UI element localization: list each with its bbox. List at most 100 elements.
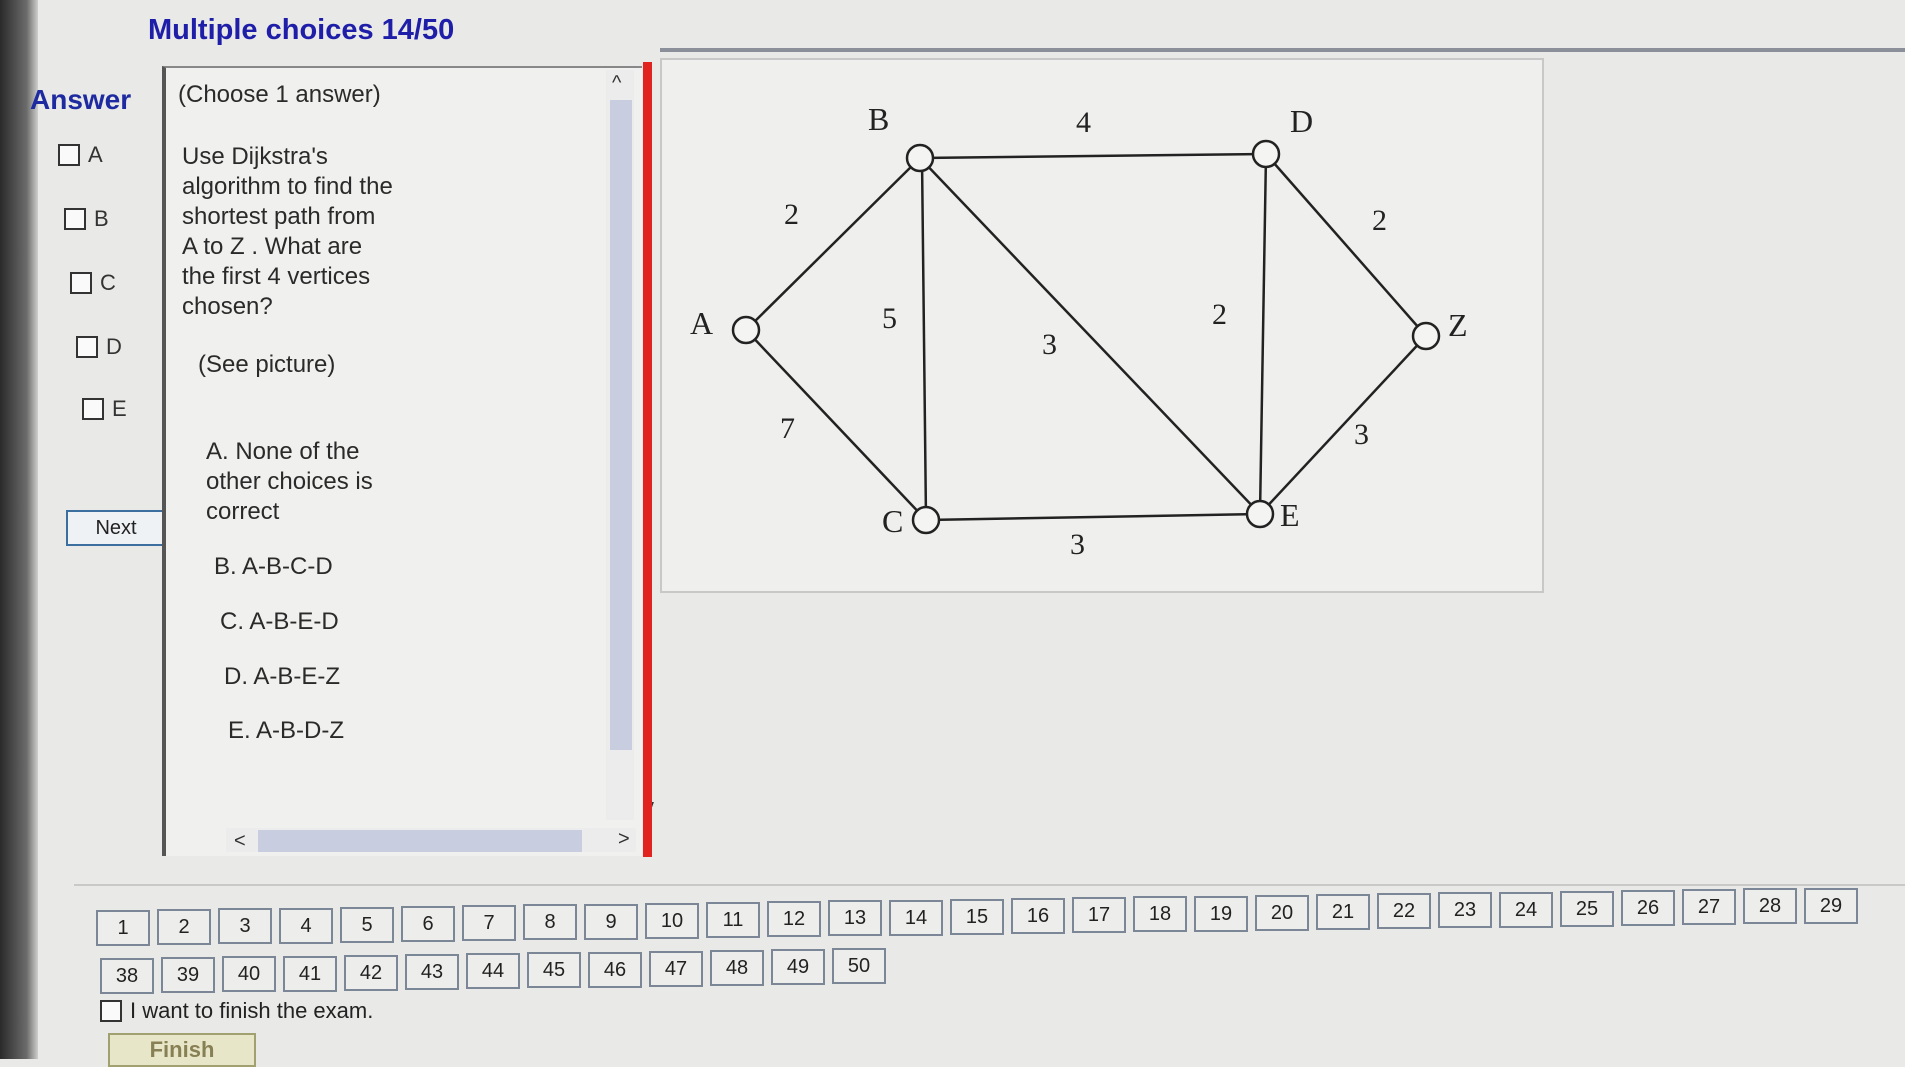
- page-button[interactable]: 24: [1499, 892, 1553, 928]
- option-line: D. A-B-E-Z: [224, 663, 341, 690]
- option-line: E. A-B-D-Z: [228, 717, 345, 744]
- answer-choice-d[interactable]: D: [76, 334, 122, 360]
- option-line: A. None of the: [206, 438, 360, 465]
- page-button[interactable]: 10: [645, 903, 699, 939]
- graph-svg: A B C D E Z 2 7 4 5 3 3 2 2 3: [690, 101, 1468, 561]
- page-button[interactable]: 23: [1438, 892, 1492, 928]
- checkbox[interactable]: [76, 336, 98, 358]
- page-button[interactable]: 29: [1804, 888, 1858, 924]
- page-button[interactable]: 47: [649, 951, 703, 987]
- node-d: [1251, 139, 1281, 169]
- page-button[interactable]: 42: [344, 955, 398, 991]
- prompt-line: the first 4 vertices: [182, 263, 371, 290]
- finish-confirm-label: I want to finish the exam.: [130, 998, 374, 1023]
- page-button[interactable]: 27: [1682, 889, 1736, 925]
- node-b: [905, 143, 935, 173]
- page-button[interactable]: 49: [771, 949, 825, 985]
- page-button[interactable]: 43: [405, 954, 459, 990]
- option-c: C. A-B-E-D: [220, 607, 339, 637]
- checkbox[interactable]: [100, 1000, 122, 1022]
- prompt-line: algorithm to find the: [182, 173, 393, 200]
- page-button[interactable]: 8: [523, 904, 577, 940]
- page-button[interactable]: 6: [401, 906, 455, 942]
- page-button[interactable]: 11: [706, 902, 760, 938]
- page-button[interactable]: 28: [1743, 888, 1797, 924]
- node-label-b: B: [868, 101, 889, 137]
- page-button[interactable]: 20: [1255, 895, 1309, 931]
- choice-label: D: [106, 334, 122, 359]
- node-c: [911, 505, 941, 535]
- option-d: D. A-B-E-Z: [224, 662, 340, 692]
- weight-c-e: 3: [1070, 528, 1085, 561]
- page-button[interactable]: 50: [832, 948, 886, 984]
- edge-b-d: [919, 152, 1267, 160]
- page-button[interactable]: 25: [1560, 891, 1614, 927]
- choice-label: B: [94, 206, 109, 231]
- page-button[interactable]: 2: [157, 909, 211, 945]
- page-button[interactable]: 1: [96, 910, 150, 946]
- prompt-line: Use Dijkstra's: [182, 143, 328, 170]
- page-button[interactable]: 44: [466, 953, 520, 989]
- vertical-scroll-thumb[interactable]: [610, 100, 632, 750]
- option-e: E. A-B-D-Z: [228, 716, 344, 746]
- option-a: A. None of the other choices is correct: [206, 437, 373, 527]
- page-button[interactable]: 15: [950, 899, 1004, 935]
- page-button[interactable]: 17: [1072, 897, 1126, 933]
- page-button[interactable]: 5: [340, 907, 394, 943]
- checkbox[interactable]: [58, 144, 80, 166]
- page-button[interactable]: 40: [222, 956, 276, 992]
- page-button[interactable]: 46: [588, 952, 642, 988]
- weight-a-b: 2: [784, 198, 799, 231]
- finish-button[interactable]: Finish: [108, 1033, 256, 1067]
- scroll-right-icon[interactable]: >: [618, 828, 630, 851]
- scroll-up-icon[interactable]: ^: [612, 72, 621, 95]
- edge-c-e: [925, 512, 1261, 522]
- option-line: correct: [206, 498, 280, 525]
- option-line: B. A-B-C-D: [214, 553, 333, 580]
- page-button[interactable]: 22: [1377, 893, 1431, 929]
- page-button[interactable]: 9: [584, 904, 638, 940]
- weight-e-z: 3: [1354, 418, 1369, 451]
- checkbox[interactable]: [70, 272, 92, 294]
- checkbox[interactable]: [82, 398, 104, 420]
- answer-choice-b[interactable]: B: [64, 206, 109, 232]
- page-button[interactable]: 38: [100, 958, 154, 994]
- page-button[interactable]: 3: [218, 908, 272, 944]
- page-button[interactable]: 19: [1194, 896, 1248, 932]
- page-button[interactable]: 7: [462, 905, 516, 941]
- page-button[interactable]: 41: [283, 956, 337, 992]
- node-label-a: A: [690, 305, 713, 341]
- page-button[interactable]: 14: [889, 900, 943, 936]
- answer-choice-e[interactable]: E: [82, 396, 127, 422]
- page-button[interactable]: 39: [161, 957, 215, 993]
- edge-b-e: [919, 157, 1261, 515]
- page-button[interactable]: 18: [1133, 896, 1187, 932]
- see-picture-note: (See picture): [198, 351, 336, 378]
- next-button[interactable]: Next: [66, 510, 166, 546]
- page-button[interactable]: 45: [527, 952, 581, 988]
- node-e: [1245, 499, 1275, 529]
- weight-d-z: 2: [1372, 204, 1387, 237]
- checkbox[interactable]: [64, 208, 86, 230]
- panel-splitter[interactable]: [643, 62, 652, 857]
- answer-label: Answer: [30, 84, 132, 115]
- page-button[interactable]: 48: [710, 950, 764, 986]
- weight-b-e: 3: [1042, 328, 1057, 361]
- page-button[interactable]: 26: [1621, 890, 1675, 926]
- page-button[interactable]: 4: [279, 908, 333, 944]
- page-button[interactable]: 12: [767, 901, 821, 937]
- page-button[interactable]: 16: [1011, 898, 1065, 934]
- finish-confirm[interactable]: I want to finish the exam.: [100, 998, 373, 1024]
- section-divider: [74, 884, 1905, 886]
- horizontal-scroll-thumb[interactable]: [258, 830, 582, 852]
- page-button[interactable]: 13: [828, 900, 882, 936]
- answer-choice-c[interactable]: C: [70, 270, 116, 296]
- choice-label: A: [88, 142, 103, 167]
- answer-choice-a[interactable]: A: [58, 142, 103, 168]
- screen-bezel: [0, 0, 38, 1059]
- scroll-left-icon[interactable]: <: [234, 830, 246, 853]
- edge-b-c: [920, 157, 928, 521]
- prompt-line: A to Z . What are: [182, 233, 363, 260]
- page-title: Multiple choices 14/50: [148, 14, 455, 46]
- page-button[interactable]: 21: [1316, 894, 1370, 930]
